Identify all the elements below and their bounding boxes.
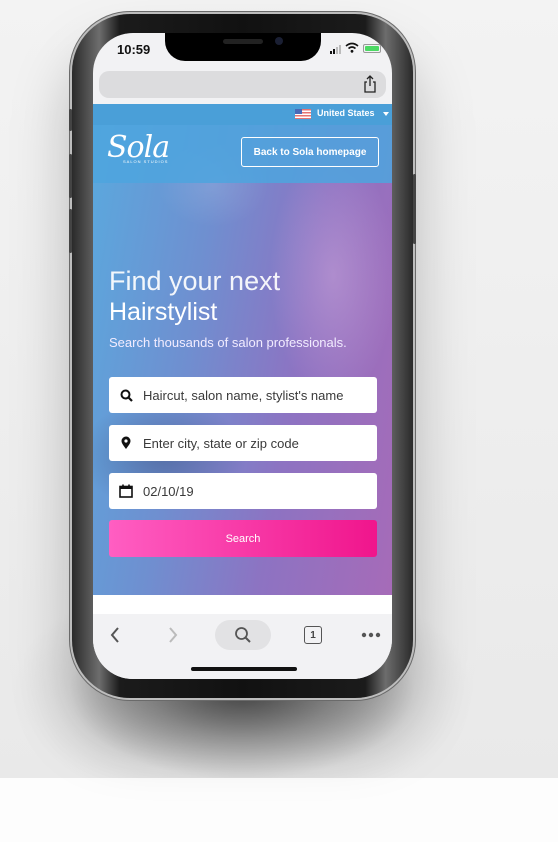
headline-bold: Hairstylist [109, 298, 218, 326]
search-query-placeholder: Haircut, salon name, stylist's name [143, 387, 344, 403]
search-button[interactable]: Search [109, 520, 377, 557]
front-camera [275, 37, 283, 45]
home-indicator[interactable] [191, 667, 297, 671]
headline-light: Find your next [109, 266, 281, 296]
stage: 10:59 United States Sola SALON STUDIOS B… [0, 0, 558, 842]
volume-down-button [69, 209, 72, 253]
hero-section: Sola SALON STUDIOS Back to Sola homepage… [93, 125, 392, 595]
chevron-down-icon[interactable] [383, 112, 389, 116]
search-icon [109, 389, 143, 402]
hero-headline: Find your next Hairstylist [109, 265, 280, 327]
url-bar[interactable] [99, 71, 386, 98]
browser-toolbar: 1 [93, 614, 392, 679]
web-content: United States Sola SALON STUDIOS Back to… [93, 104, 392, 614]
map-pin-icon [109, 436, 143, 450]
search-query-input[interactable]: Haircut, salon name, stylist's name [109, 377, 377, 413]
search-icon [235, 627, 251, 643]
battery-icon [363, 44, 381, 53]
more-button[interactable] [359, 620, 383, 650]
ellipsis-icon [361, 632, 381, 638]
power-button [413, 174, 416, 244]
logo-tagline: SALON STUDIOS [123, 159, 169, 164]
hero-subheading: Search thousands of salon professionals. [109, 335, 347, 350]
notch [165, 33, 321, 61]
country-selector[interactable]: United States [317, 108, 375, 118]
calendar-icon [109, 484, 143, 498]
share-icon[interactable] [363, 75, 377, 93]
tabs-button[interactable]: 1 [301, 620, 325, 650]
speaker [223, 39, 263, 44]
phone-frame: 10:59 United States Sola SALON STUDIOS B… [69, 14, 416, 698]
date-value: 02/10/19 [143, 483, 194, 499]
us-flag-icon [295, 109, 311, 119]
wifi-icon [345, 42, 359, 53]
site-header: Sola SALON STUDIOS Back to Sola homepage [93, 125, 392, 183]
location-placeholder: Enter city, state or zip code [143, 435, 299, 451]
toolbar-search-button[interactable] [215, 620, 271, 650]
back-nav-button[interactable] [103, 620, 127, 650]
silent-switch [69, 109, 72, 131]
forward-nav-button[interactable] [161, 620, 185, 650]
country-bar: United States [93, 104, 392, 125]
back-to-homepage-button[interactable]: Back to Sola homepage [241, 137, 379, 167]
phone-screen: 10:59 United States Sola SALON STUDIOS B… [93, 33, 392, 679]
sola-logo[interactable]: Sola SALON STUDIOS [107, 133, 170, 165]
chevron-left-icon [110, 627, 119, 643]
signal-icon [330, 45, 341, 54]
tabs-count: 1 [304, 626, 322, 644]
date-input[interactable]: 02/10/19 [109, 473, 377, 509]
volume-up-button [69, 154, 72, 198]
status-time: 10:59 [117, 42, 151, 57]
chevron-right-icon [169, 627, 178, 643]
location-input[interactable]: Enter city, state or zip code [109, 425, 377, 461]
